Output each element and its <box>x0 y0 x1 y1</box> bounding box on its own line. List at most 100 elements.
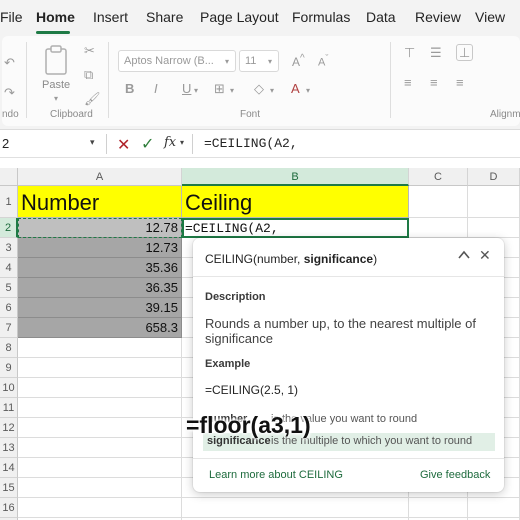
increase-font-icon[interactable]: A^ <box>292 54 305 69</box>
cell[interactable] <box>468 186 520 218</box>
tab-page-layout[interactable]: Page Layout <box>200 9 279 25</box>
function-args: (number, <box>253 252 304 266</box>
cell-number[interactable]: 12.78 <box>18 218 182 238</box>
current-argument: significance <box>303 252 374 266</box>
column-header-a[interactable]: A <box>18 168 182 186</box>
cell-a1-header[interactable]: Number <box>18 186 182 218</box>
tab-home[interactable]: Home <box>36 9 75 25</box>
font-size-dropdown-icon[interactable]: ▾ <box>268 57 272 66</box>
align-middle-icon[interactable]: ☰ <box>430 46 442 59</box>
insert-function-icon[interactable]: fx <box>164 135 176 150</box>
underline-button[interactable]: U <box>182 82 191 95</box>
align-right-icon[interactable]: ≡ <box>456 76 464 89</box>
cancel-icon[interactable]: ✕ <box>117 135 130 155</box>
borders-icon[interactable]: ⊞ <box>214 82 225 95</box>
give-feedback-link[interactable]: Give feedback <box>420 469 490 481</box>
tab-formulas[interactable]: Formulas <box>292 9 350 25</box>
tab-data[interactable]: Data <box>366 9 396 25</box>
cell[interactable] <box>409 186 468 218</box>
cell-number[interactable]: 35.36 <box>18 258 182 278</box>
row-header[interactable]: 8 <box>0 338 18 358</box>
row-header[interactable]: 5 <box>0 278 18 298</box>
font-name-dropdown-icon[interactable]: ▾ <box>225 57 229 66</box>
cell[interactable] <box>468 218 520 238</box>
font-name-select[interactable]: Aptos Narrow (B... <box>118 50 236 72</box>
tab-insert[interactable]: Insert <box>93 9 128 25</box>
bold-button[interactable]: B <box>125 82 134 95</box>
row-header[interactable]: 2 <box>0 218 18 238</box>
underline-dropdown-icon[interactable]: ▾ <box>194 86 198 95</box>
close-icon[interactable]: ✕ <box>479 248 491 262</box>
cell-number[interactable]: 36.35 <box>18 278 182 298</box>
row-header[interactable]: 16 <box>0 498 18 518</box>
align-bottom-icon[interactable]: ⊥ <box>456 44 474 61</box>
row-header[interactable]: 3 <box>0 238 18 258</box>
cut-icon[interactable]: ✂ <box>84 44 95 57</box>
cell[interactable] <box>18 358 182 378</box>
copy-icon[interactable]: ⧉ <box>84 68 93 81</box>
fx-dropdown-icon[interactable]: ▾ <box>180 138 184 147</box>
align-center-icon[interactable]: ≡ <box>430 76 438 89</box>
cell-number[interactable]: 39.15 <box>18 298 182 318</box>
row-header[interactable]: 1 <box>0 186 18 218</box>
redo-icon[interactable]: ↷ <box>4 86 15 99</box>
align-left-icon[interactable]: ≡ <box>404 76 412 89</box>
cell-number[interactable]: 12.73 <box>18 238 182 258</box>
cell[interactable] <box>18 458 182 478</box>
cell[interactable] <box>182 498 409 518</box>
cell[interactable] <box>18 378 182 398</box>
format-painter-icon[interactable]: 🖌 <box>84 92 101 105</box>
row-header[interactable]: 9 <box>0 358 18 378</box>
borders-dropdown-icon[interactable]: ▾ <box>230 86 234 95</box>
font-color-dropdown-icon[interactable]: ▾ <box>306 86 310 95</box>
cell-b1-header[interactable]: Ceiling <box>182 186 409 218</box>
cell[interactable] <box>18 398 182 418</box>
cell[interactable] <box>409 498 468 518</box>
collapse-chevron-icon[interactable] <box>457 248 471 262</box>
fill-color-dropdown-icon[interactable]: ▾ <box>270 86 274 95</box>
column-header-b[interactable]: B <box>182 168 409 186</box>
fill-color-icon[interactable]: ◇ <box>254 82 264 95</box>
italic-button[interactable]: I <box>154 82 158 95</box>
row-header[interactable]: 14 <box>0 458 18 478</box>
align-top-icon[interactable]: ⊤ <box>404 46 415 59</box>
column-header-d[interactable]: D <box>468 168 520 186</box>
cell-number[interactable]: 658.3 <box>18 318 182 338</box>
cell[interactable] <box>409 218 468 238</box>
row-header[interactable]: 10 <box>0 378 18 398</box>
row-header[interactable]: 12 <box>0 418 18 438</box>
name-box[interactable]: 2 <box>0 132 104 156</box>
ribbon-tab-bar: File Home Insert Share Page Layout Formu… <box>0 0 520 36</box>
font-color-icon[interactable]: A <box>291 82 300 95</box>
cell[interactable] <box>18 498 182 518</box>
paste-dropdown-icon[interactable]: ▾ <box>54 94 58 103</box>
row-header[interactable]: 6 <box>0 298 18 318</box>
enter-check-icon[interactable]: ✓ <box>141 134 154 154</box>
tab-file[interactable]: File <box>0 9 23 25</box>
tab-review[interactable]: Review <box>415 9 461 25</box>
row-header[interactable]: 15 <box>0 478 18 498</box>
cell[interactable] <box>18 478 182 498</box>
name-box-dropdown-icon[interactable]: ▾ <box>90 137 95 148</box>
cell[interactable] <box>18 338 182 358</box>
row-header[interactable]: 7 <box>0 318 18 338</box>
paste-button-label[interactable]: Paste <box>42 79 70 91</box>
paste-icon[interactable] <box>42 44 72 78</box>
tab-share[interactable]: Share <box>146 9 183 25</box>
tab-view[interactable]: View <box>475 9 505 25</box>
learn-more-link[interactable]: Learn more about CEILING <box>209 469 343 481</box>
decrease-font-icon[interactable]: Aˇ <box>318 53 328 69</box>
row-header[interactable]: 4 <box>0 258 18 278</box>
row-header[interactable]: 13 <box>0 438 18 458</box>
cell[interactable] <box>18 418 182 438</box>
cell[interactable] <box>468 498 520 518</box>
formula-input[interactable]: =CEILING(A2, <box>204 136 298 151</box>
group-label-font: Font <box>240 109 261 120</box>
font-size-select[interactable]: 11 <box>239 50 279 72</box>
undo-icon[interactable]: ↶ <box>4 56 15 69</box>
cell-b2-editing[interactable]: =CEILING(A2, <box>182 218 409 238</box>
column-header-c[interactable]: C <box>409 168 468 186</box>
cell[interactable] <box>18 438 182 458</box>
select-all-corner[interactable] <box>0 168 18 186</box>
row-header[interactable]: 11 <box>0 398 18 418</box>
